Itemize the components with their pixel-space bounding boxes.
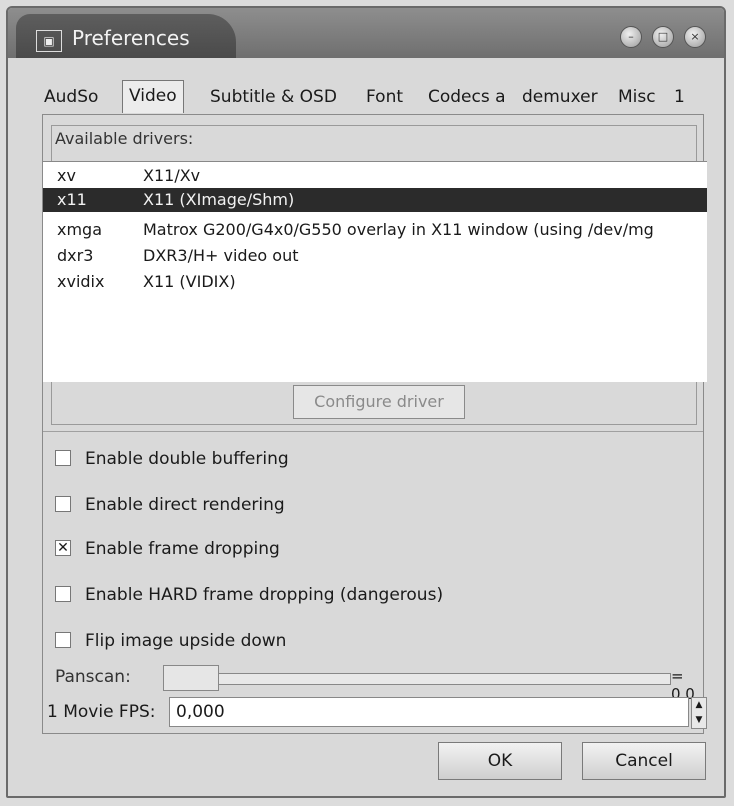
- cancel-button[interactable]: Cancel: [582, 742, 706, 780]
- ok-button[interactable]: OK: [438, 742, 562, 780]
- option-label: Enable HARD frame dropping (dangerous): [85, 585, 444, 605]
- title-bar[interactable]: ▣ Preferences – □ ×: [8, 8, 724, 58]
- list-item[interactable]: xvidix X11 (VIDIX): [43, 270, 707, 294]
- tab-video[interactable]: Video: [122, 80, 184, 113]
- divider: [43, 431, 703, 432]
- driver-desc: DXR3/H+ video out: [143, 246, 299, 265]
- option-label: Enable frame dropping: [85, 539, 280, 559]
- driver-desc: X11 (VIDIX): [143, 272, 236, 291]
- maximize-icon[interactable]: □: [652, 26, 674, 48]
- list-item[interactable]: xv X11/Xv: [43, 164, 707, 188]
- fps-input[interactable]: 0,000: [169, 697, 689, 727]
- tab-font[interactable]: Font: [360, 82, 409, 112]
- flip-image-checkbox[interactable]: [55, 632, 71, 648]
- preferences-window: ▣ Preferences – □ × AudSo Video Subtitle…: [6, 6, 726, 798]
- close-icon[interactable]: ×: [684, 26, 706, 48]
- tab-overflow[interactable]: 1: [668, 82, 691, 112]
- option-label: Flip image upside down: [85, 631, 287, 651]
- tab-codecs[interactable]: Codecs a: [422, 82, 512, 112]
- drivers-list[interactable]: xv X11/Xv x11 X11 (XImage/Shm) xmga Matr…: [43, 161, 707, 382]
- driver-desc: X11 (XImage/Shm): [143, 190, 295, 209]
- fps-spinner[interactable]: ▲ ▼: [691, 697, 707, 729]
- panscan-slider[interactable]: [179, 673, 671, 685]
- minimize-icon[interactable]: –: [620, 26, 642, 48]
- list-item-selected[interactable]: x11 X11 (XImage/Shm): [43, 188, 707, 212]
- list-item[interactable]: dxr3 DXR3/H+ video out: [43, 244, 707, 268]
- tab-subtitle-osd[interactable]: Subtitle & OSD: [204, 82, 343, 112]
- driver-desc: Matrox G200/G4x0/G550 overlay in X11 win…: [143, 220, 654, 239]
- configure-driver-button[interactable]: Configure driver: [293, 385, 465, 419]
- tab-bar: AudSo Video Subtitle & OSD Font Codecs a…: [38, 80, 698, 114]
- driver-name: dxr3: [57, 246, 94, 265]
- double-buffering-checkbox[interactable]: [55, 450, 71, 466]
- panscan-label: Panscan:: [55, 667, 131, 687]
- fps-label: 1 Movie FPS:: [47, 702, 156, 722]
- direct-rendering-checkbox[interactable]: [55, 496, 71, 512]
- driver-name: xv: [57, 166, 76, 185]
- driver-desc: X11/Xv: [143, 166, 201, 185]
- terminal-icon: ▣: [36, 30, 62, 52]
- title-tab: ▣ Preferences: [16, 14, 236, 58]
- window-title: Preferences: [72, 26, 190, 50]
- tab-audio[interactable]: AudSo: [38, 82, 104, 112]
- panscan-slider-handle[interactable]: [163, 665, 219, 691]
- tab-misc[interactable]: Misc: [612, 82, 662, 112]
- list-item[interactable]: xmga Matrox G200/G4x0/G550 overlay in X1…: [43, 218, 707, 242]
- frame-dropping-checkbox[interactable]: ✕: [55, 540, 71, 556]
- video-panel: Available drivers: xv X11/Xv x11 X11 (XI…: [42, 114, 707, 734]
- driver-name: xmga: [57, 220, 103, 239]
- drivers-label: Available drivers:: [55, 129, 194, 148]
- option-label: Enable double buffering: [85, 449, 289, 469]
- option-label: Enable direct rendering: [85, 495, 285, 515]
- hard-frame-dropping-checkbox[interactable]: [55, 586, 71, 602]
- tab-demuxer[interactable]: demuxer: [516, 82, 604, 112]
- driver-name: xvidix: [57, 272, 105, 291]
- driver-name: x11: [57, 190, 87, 209]
